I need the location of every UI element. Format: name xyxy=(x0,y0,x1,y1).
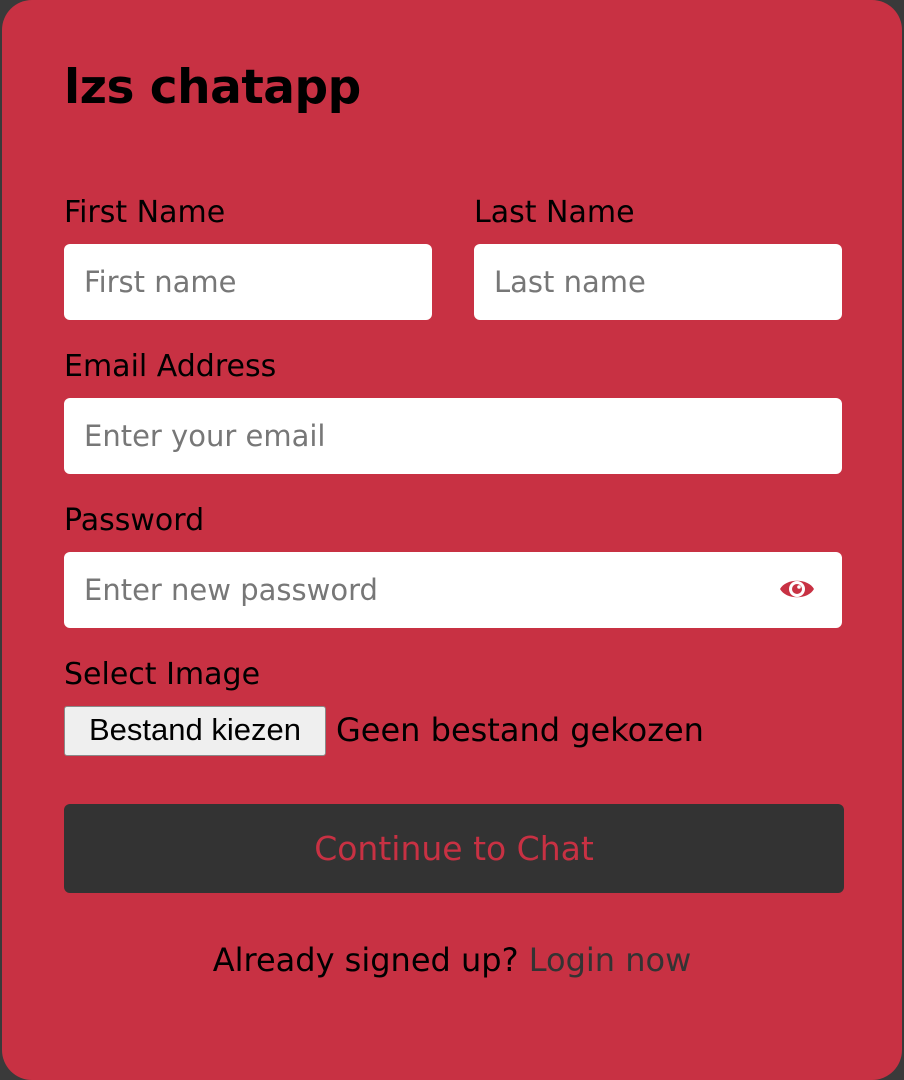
first-name-label: First Name xyxy=(64,195,226,230)
email-input[interactable] xyxy=(64,398,842,474)
password-field xyxy=(64,552,842,628)
email-field xyxy=(64,398,842,474)
first-name-field xyxy=(64,244,432,320)
footer: Already signed up? Login now xyxy=(2,938,902,982)
page-title: lzs chatapp xyxy=(64,60,361,115)
password-label: Password xyxy=(64,503,205,538)
choose-file-button[interactable]: Bestand kiezen xyxy=(64,706,326,756)
select-image-label: Select Image xyxy=(64,657,261,692)
login-link[interactable]: Login now xyxy=(529,941,692,979)
continue-to-chat-button[interactable]: Continue to Chat xyxy=(64,804,844,893)
first-name-input[interactable] xyxy=(64,244,432,320)
email-label: Email Address xyxy=(64,349,277,384)
last-name-input[interactable] xyxy=(474,244,842,320)
file-status-text: Geen bestand gekozen xyxy=(336,711,704,749)
last-name-label: Last Name xyxy=(474,195,635,230)
signup-card: lzs chatapp First Name Last Name Email A… xyxy=(2,0,902,1080)
password-input[interactable] xyxy=(64,552,842,628)
last-name-field xyxy=(474,244,842,320)
footer-prompt: Already signed up? xyxy=(212,941,519,979)
eye-icon[interactable] xyxy=(778,572,816,606)
